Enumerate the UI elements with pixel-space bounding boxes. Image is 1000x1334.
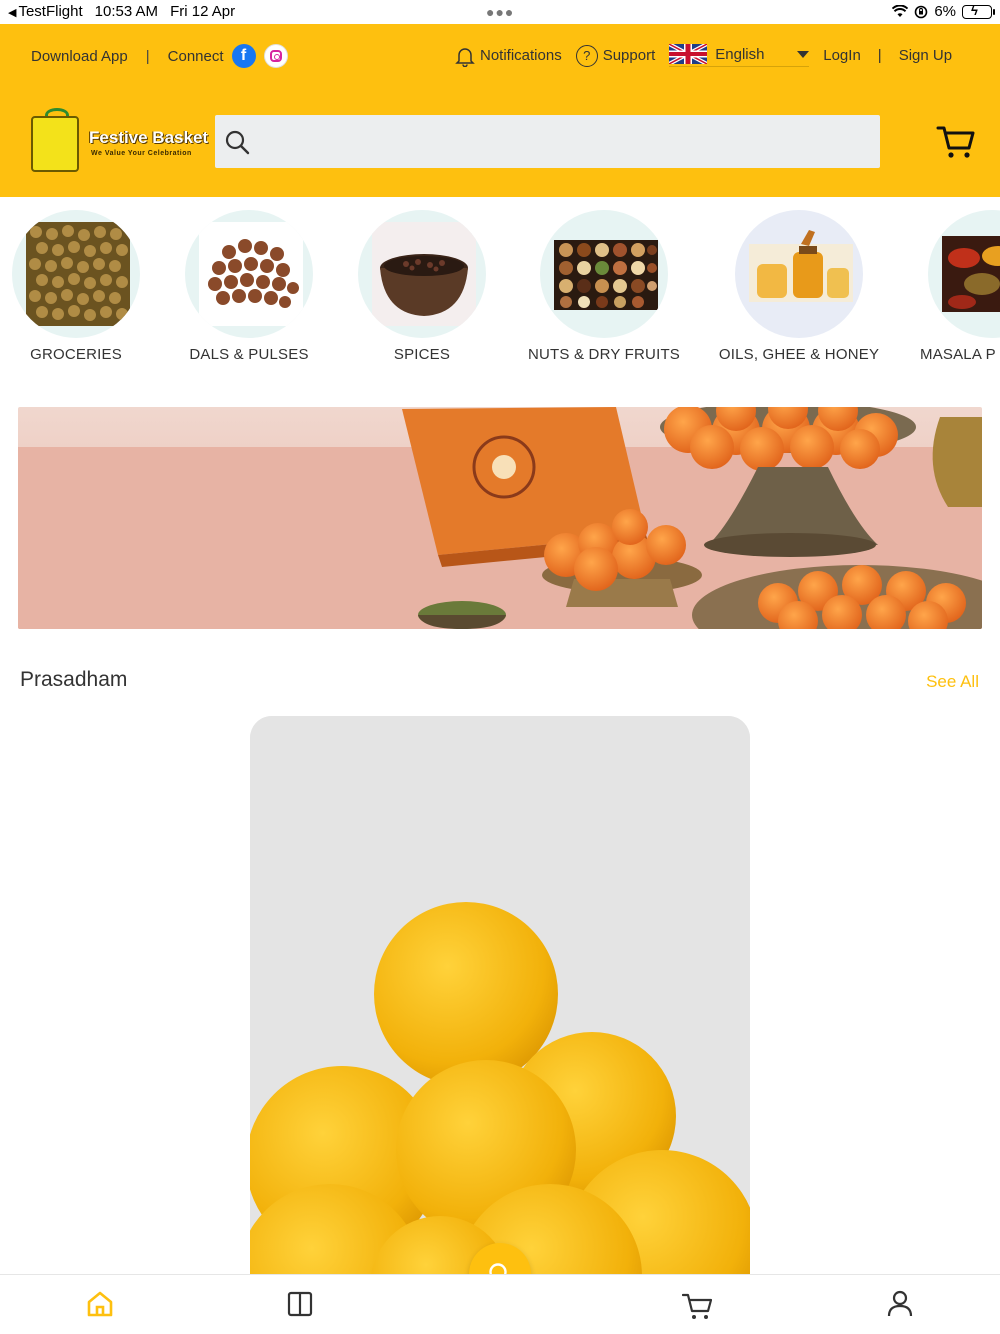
cart-icon[interactable] — [682, 1291, 712, 1321]
download-app-link[interactable]: Download App — [31, 48, 128, 65]
status-app-name: TestFlight — [18, 3, 83, 20]
category-label: MASALA P — [920, 346, 996, 363]
notifications-link[interactable]: Notifications — [455, 45, 562, 67]
category-image — [540, 210, 668, 338]
signup-link[interactable]: Sign Up — [899, 47, 952, 64]
support-link[interactable]: ? Support — [575, 44, 656, 67]
support-label: Support — [602, 47, 656, 64]
language-select[interactable]: English — [669, 44, 810, 67]
category-label: NUTS & DRY FRUITS — [527, 346, 681, 363]
status-right: 6% ϟ — [892, 3, 995, 20]
promo-banner[interactable] — [18, 407, 982, 629]
orientation-lock-icon — [915, 5, 928, 18]
festive-basket-logo[interactable]: Festive Basket We Value Your Celebration — [31, 108, 209, 174]
search-input[interactable] — [251, 115, 880, 168]
category-carousel[interactable]: GROCERIES DALS & PULSES SPICES NUTS & DR… — [0, 197, 1000, 382]
category-image — [12, 210, 140, 338]
back-arrow-icon: ◀ — [8, 7, 17, 19]
gift-basket-icon — [31, 116, 79, 172]
categories-icon[interactable] — [285, 1289, 315, 1319]
category-oils-ghee-honey[interactable]: OILS, GHEE & HONEY — [714, 210, 884, 363]
home-icon[interactable] — [85, 1289, 115, 1319]
connect-label: Connect — [167, 47, 224, 65]
multitasking-dots-icon[interactable]: ●●● — [486, 4, 514, 20]
status-left: ◀ TestFlight 10:53 AM Fri 12 Apr — [8, 3, 235, 20]
see-all-link[interactable]: See All — [926, 672, 979, 692]
category-dals-pulses[interactable]: DALS & PULSES — [164, 210, 334, 363]
divider: | — [877, 47, 882, 64]
logo-title: Festive Basket — [89, 128, 209, 147]
category-spices[interactable]: SPICES — [337, 210, 507, 363]
masala-spices-image — [942, 236, 1000, 312]
coriander-seeds-image — [26, 222, 130, 326]
right-links: Notifications ? Support English LogIn | … — [455, 44, 952, 67]
search-icon — [225, 130, 250, 154]
auth-links: LogIn | Sign Up — [823, 47, 952, 64]
battery-percent: 6% — [934, 3, 956, 20]
honey-jars-image — [749, 230, 853, 302]
language-label: English — [715, 45, 765, 63]
cloves-bowl-image — [372, 222, 476, 326]
bottom-nav — [0, 1274, 1000, 1334]
category-image — [358, 210, 486, 338]
status-bar: ◀ TestFlight 10:53 AM Fri 12 Apr ●●● 6% ϟ — [0, 0, 1000, 24]
battery-icon: ϟ — [962, 3, 995, 19]
category-label: SPICES — [393, 346, 451, 363]
facebook-icon[interactable]: f — [231, 44, 256, 68]
search-bar — [215, 115, 880, 168]
back-to-app-link[interactable]: ◀ TestFlight — [8, 3, 83, 20]
section-title: Prasadham — [20, 668, 128, 691]
category-label: GROCERIES — [30, 346, 122, 363]
chevron-down-icon — [797, 50, 810, 58]
status-time: 10:53 AM — [94, 3, 159, 20]
category-nuts-dry-fruits[interactable]: NUTS & DRY FRUITS — [519, 210, 689, 363]
profile-icon[interactable] — [885, 1289, 915, 1319]
category-label: DALS & PULSES — [189, 346, 309, 363]
cart-icon[interactable] — [936, 122, 976, 162]
wifi-icon — [892, 5, 909, 17]
notifications-label: Notifications — [480, 47, 562, 64]
header: Download App | Connect f Notifications ?… — [0, 24, 1000, 197]
boondi-ladoo-image — [250, 716, 750, 1276]
logo-tagline: We Value Your Celebration — [91, 150, 192, 157]
uk-flag-icon — [669, 44, 708, 64]
category-masala[interactable]: MASALA P — [920, 210, 1000, 363]
instagram-icon[interactable] — [263, 44, 288, 68]
dry-fruits-image — [554, 240, 658, 310]
status-date: Fri 12 Apr — [170, 3, 236, 20]
category-label: OILS, GHEE & HONEY — [718, 346, 880, 363]
product-card[interactable] — [250, 716, 750, 1276]
bell-icon — [455, 47, 475, 67]
help-icon: ? — [575, 44, 598, 67]
category-image — [928, 210, 1000, 338]
chickpeas-image — [199, 222, 303, 326]
login-link[interactable]: LogIn — [823, 47, 861, 64]
sweets-banner-image — [18, 407, 982, 629]
divider: | — [145, 47, 150, 65]
category-image — [735, 210, 863, 338]
top-links: Download App | Connect f — [31, 44, 288, 68]
category-image — [185, 210, 313, 338]
category-groceries[interactable]: GROCERIES — [0, 210, 161, 363]
